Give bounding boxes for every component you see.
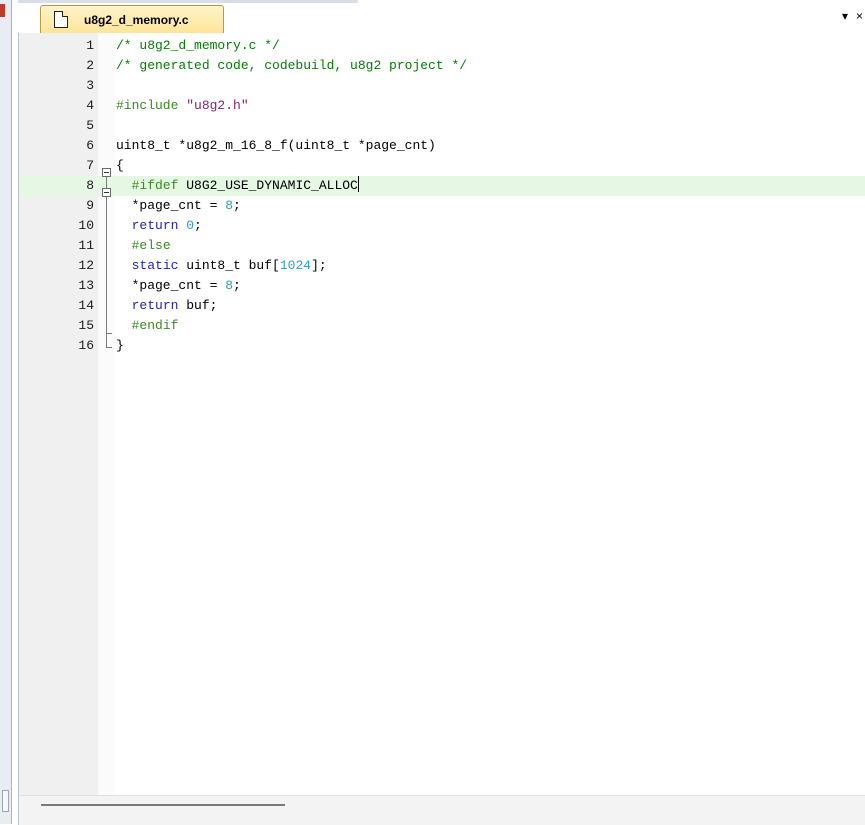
code-text: #endif — [131, 318, 179, 333]
code-line[interactable]: 11 #else — [19, 236, 865, 256]
code-line[interactable]: 8 #ifdef U8G2_USE_DYNAMIC_ALLOC — [19, 176, 865, 196]
tab-bar-divider — [18, 0, 358, 3]
code-line[interactable]: 4 #include "u8g2.h" — [19, 96, 865, 116]
fold-toggle-icon[interactable] — [102, 168, 111, 177]
line-number: 5 — [86, 118, 94, 133]
line-number: 13 — [78, 278, 94, 293]
fold-toggle-icon[interactable] — [102, 188, 111, 197]
code-text: static uint8_t buf[1024]; — [131, 258, 327, 273]
code-line[interactable]: 10 return 0; — [19, 216, 865, 236]
code-text: /* generated code, codebuild, u8g2 proje… — [116, 58, 468, 73]
code-line[interactable]: 9 *page_cnt = 8; — [19, 196, 865, 216]
left-panel-edge — [0, 0, 12, 824]
line-number: 15 — [78, 318, 94, 333]
line-number: 4 — [86, 98, 94, 113]
code-text: /* u8g2_d_memory.c */ — [116, 38, 280, 53]
code-text: #else — [131, 238, 171, 253]
line-number: 3 — [86, 78, 94, 93]
code-text: #include "u8g2.h" — [116, 98, 249, 113]
line-number: 12 — [78, 258, 94, 273]
code-text: return 0; — [131, 218, 202, 233]
code-line[interactable]: 15 #endif — [19, 316, 865, 336]
panel-scroll-handle[interactable] — [2, 790, 9, 812]
code-text: #ifdef U8G2_USE_DYNAMIC_ALLOC — [131, 176, 359, 193]
code-text: } — [116, 338, 124, 353]
code-line[interactable]: 6 uint8_t *u8g2_m_16_8_f(uint8_t *page_cn… — [19, 136, 865, 156]
code-line[interactable]: 14 return buf; — [19, 296, 865, 316]
fold-end-tick — [106, 347, 112, 348]
code-line[interactable]: 13 *page_cnt = 8; — [19, 276, 865, 296]
marker-icon — [0, 4, 5, 17]
code-text: uint8_t *u8g2_m_16_8_f(uint8_t *page_cnt… — [116, 138, 436, 153]
tab-label: u8g2_d_memory.c — [84, 12, 189, 27]
code-text: *page_cnt = 8; — [116, 198, 241, 213]
horizontal-scrollbar[interactable] — [18, 795, 865, 825]
line-number: 8 — [86, 178, 94, 193]
code-line[interactable]: 16} — [19, 336, 865, 356]
fold-line — [106, 177, 107, 347]
code-line[interactable]: 7{ — [19, 156, 865, 176]
line-number: 2 — [86, 58, 94, 73]
code-text: { — [116, 158, 124, 173]
line-number: 9 — [86, 198, 94, 213]
tab-bar: u8g2_d_memory.c ▾ × — [18, 0, 865, 34]
line-number: 6 — [86, 138, 94, 153]
line-number: 7 — [86, 158, 94, 173]
code-editor[interactable]: 1 /* u8g2_d_memory.c */ 2 /* generated code… — [18, 33, 865, 795]
line-number: 10 — [78, 218, 94, 233]
fold-end-tick — [106, 333, 112, 334]
code-line[interactable]: 1 /* u8g2_d_memory.c */ — [19, 36, 865, 56]
line-number: 14 — [78, 298, 94, 313]
tab-controls: ▾ × — [842, 9, 863, 23]
chevron-down-icon[interactable]: ▾ — [842, 9, 848, 23]
code-line[interactable]: 5 — [19, 116, 865, 136]
code-text: *page_cnt = 8; — [116, 278, 241, 293]
line-number: 1 — [86, 38, 94, 53]
tab-u8g2-d-memory[interactable]: u8g2_d_memory.c — [40, 5, 224, 33]
line-number: 11 — [78, 238, 94, 253]
close-icon[interactable]: × — [856, 9, 863, 23]
code-text: return buf; — [131, 298, 218, 313]
file-icon — [54, 11, 68, 28]
code-line[interactable]: 12 static uint8_t buf[1024]; — [19, 256, 865, 276]
code-line[interactable]: 2 /* generated code, codebuild, u8g2 proj… — [19, 56, 865, 76]
line-number: 16 — [78, 338, 94, 353]
scrollbar-thumb[interactable] — [41, 804, 285, 806]
code-line[interactable]: 3 — [19, 76, 865, 96]
